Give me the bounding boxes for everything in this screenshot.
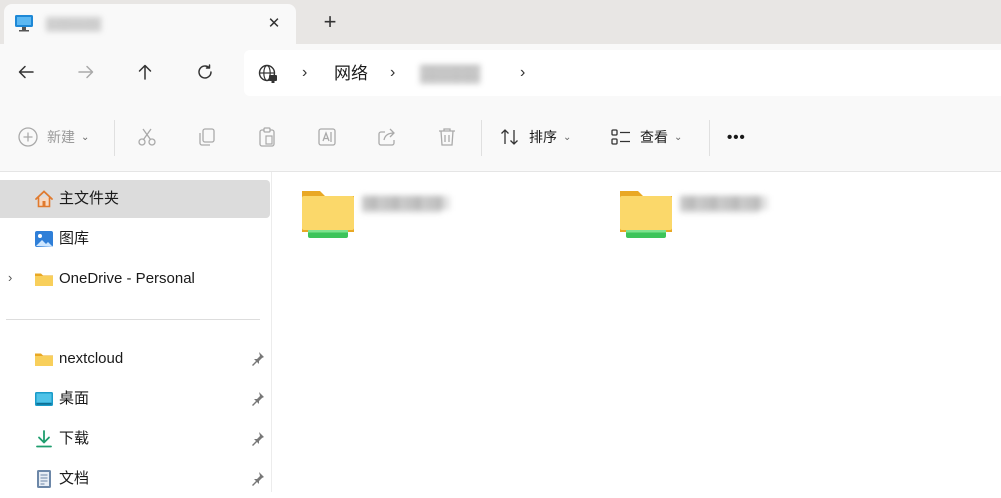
folder-icon: [35, 273, 53, 286]
navigation-pane: 主文件夹 图库 › OneDrive - Personal nextcloud: [0, 172, 272, 492]
view-list-icon: [611, 129, 630, 145]
tab-active[interactable]: ▒▒▒▒▒▒ ✕: [4, 4, 296, 44]
chevron-right-icon[interactable]: ›: [8, 270, 12, 285]
refresh-icon: [198, 64, 212, 79]
sidebar-item-label: 桌面: [59, 390, 90, 407]
navigation-row: › 网络 › ▒▒▒▒▒ ›: [0, 44, 1001, 102]
new-tab-button[interactable]: +: [318, 10, 342, 34]
folder-name: ▒▒▒▒▒▒▒: [680, 196, 768, 213]
view-button[interactable]: 查看 ⌄: [610, 124, 682, 150]
trash-icon: [439, 128, 455, 146]
download-icon: [36, 430, 52, 448]
delete-button[interactable]: [436, 124, 458, 150]
share-button[interactable]: [376, 124, 398, 150]
more-options-button[interactable]: •••: [727, 124, 746, 150]
rename-button[interactable]: [316, 124, 338, 150]
command-bar: 新建 ⌄ 排序 ⌄ 查看 ⌄ •••: [0, 102, 1001, 172]
chevron-down-icon: ⌄: [81, 131, 90, 143]
forward-button[interactable]: [72, 58, 100, 86]
back-button[interactable]: [12, 58, 40, 86]
breadcrumb-separator: ›: [390, 64, 396, 81]
rename-icon: [318, 128, 336, 146]
close-tab-icon[interactable]: ✕: [266, 16, 282, 32]
cut-button[interactable]: [136, 124, 158, 150]
sidebar-item-documents[interactable]: 文档: [0, 460, 270, 498]
document-icon: [37, 470, 51, 488]
tab-bar: ▒▒▒▒▒▒ ✕ +: [0, 0, 1001, 44]
sort-button[interactable]: 排序 ⌄: [499, 124, 571, 150]
toolbar-divider: [709, 120, 710, 156]
network-folder-item[interactable]: ▒▒▒▒▒▒▒: [618, 186, 918, 246]
desktop-icon: [35, 392, 53, 406]
pin-icon[interactable]: [250, 430, 266, 446]
address-bar[interactable]: › 网络 › ▒▒▒▒▒ ›: [244, 50, 1001, 96]
sidebar-item-onedrive[interactable]: › OneDrive - Personal: [0, 260, 270, 298]
chevron-down-icon: ⌄: [563, 131, 572, 143]
view-label: 查看: [640, 129, 668, 145]
gallery-icon: [35, 231, 53, 247]
breadcrumb-network[interactable]: 网络: [334, 64, 368, 84]
sidebar-item-label: 文档: [59, 470, 90, 487]
sidebar-divider: [6, 319, 260, 320]
copy-icon: [199, 128, 215, 146]
file-list: ▒▒▒▒▒▒▒ ▒▒▒▒▒▒▒: [273, 172, 1001, 492]
tab-title: ▒▒▒▒▒▒: [46, 16, 102, 31]
pin-icon[interactable]: [250, 350, 266, 366]
arrow-up-icon: [138, 64, 152, 80]
sidebar-item-nextcloud[interactable]: nextcloud: [0, 340, 270, 378]
home-icon: [35, 190, 53, 208]
breadcrumb-separator: ›: [302, 64, 308, 81]
folder-icon: [35, 353, 53, 366]
sort-label: 排序: [529, 129, 557, 145]
sidebar-item-desktop[interactable]: 桌面: [0, 380, 270, 418]
up-button[interactable]: [131, 58, 159, 86]
breadcrumb-host[interactable]: ▒▒▒▒▒: [420, 64, 500, 84]
scissors-icon: [138, 128, 156, 146]
plus-circle-icon: [18, 127, 38, 147]
clipboard-icon: [259, 127, 275, 147]
sidebar-item-label: 下载: [59, 430, 90, 447]
ellipsis-icon: •••: [727, 128, 746, 146]
monitor-icon: [15, 15, 33, 32]
chevron-down-icon: ⌄: [674, 131, 683, 143]
pin-icon[interactable]: [250, 390, 266, 406]
toolbar-divider: [481, 120, 482, 156]
sidebar-item-downloads[interactable]: 下载: [0, 420, 270, 458]
share-icon: [378, 128, 395, 146]
sidebar-item-label: OneDrive - Personal: [59, 270, 195, 287]
network-folder-icon: [302, 191, 354, 238]
sidebar-item-gallery[interactable]: 图库: [0, 220, 270, 258]
sidebar-item-label: nextcloud: [59, 350, 124, 367]
globe-icon: [258, 64, 277, 83]
copy-button[interactable]: [196, 124, 218, 150]
refresh-button[interactable]: [191, 58, 219, 86]
network-folder-icon: [620, 191, 672, 238]
new-button-label: 新建: [47, 129, 75, 145]
breadcrumb-separator[interactable]: ›: [520, 64, 534, 82]
sidebar-item-home[interactable]: 主文件夹: [0, 180, 270, 218]
sort-icon: [501, 129, 518, 145]
paste-button[interactable]: [256, 124, 278, 150]
sidebar-item-label: 主文件夹: [59, 190, 120, 207]
toolbar-divider: [114, 120, 115, 156]
network-folder-item[interactable]: ▒▒▒▒▒▒▒: [300, 186, 600, 246]
arrow-right-icon: [78, 65, 94, 79]
sidebar-item-label: 图库: [59, 230, 90, 247]
folder-name: ▒▒▒▒▒▒▒: [362, 196, 450, 213]
new-button[interactable]: 新建 ⌄: [17, 124, 89, 150]
arrow-left-icon: [18, 65, 34, 79]
pin-icon[interactable]: [250, 470, 266, 486]
